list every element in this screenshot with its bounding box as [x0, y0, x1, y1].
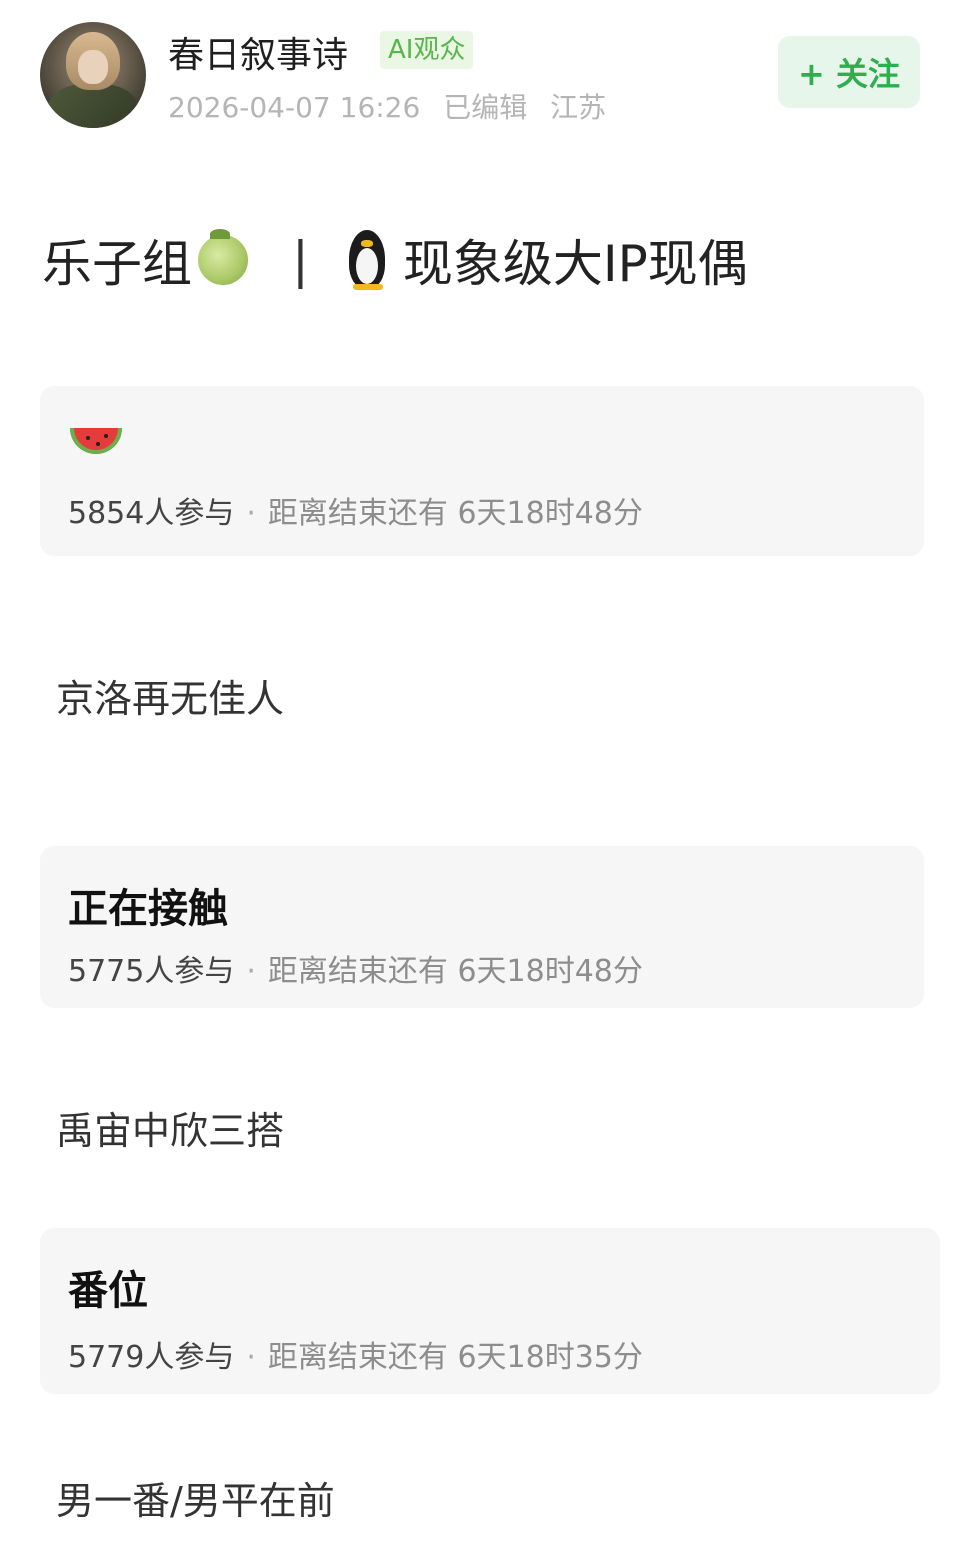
participant-count: 5775人参与: [68, 954, 235, 989]
poll-card[interactable]: 番位 5779人参与 · 距离结束还有 6天18时35分: [40, 1228, 940, 1394]
time-remaining: 距离结束还有 6天18时35分: [267, 1340, 643, 1375]
poll-heading: 正在接触: [68, 886, 228, 932]
avatar[interactable]: [40, 22, 146, 128]
post-page: 春日叙事诗 AI观众 2026-04-07 16:26 已编辑 江苏 + 关注 …: [0, 0, 960, 1545]
follow-button[interactable]: + 关注: [778, 36, 920, 108]
title-separator: |: [292, 231, 309, 289]
post-timestamp: 2026-04-07 16:26: [168, 91, 421, 124]
poll-stats: 5854人参与 · 距离结束还有 6天18时48分: [68, 496, 643, 531]
watermelon-icon: [70, 428, 122, 454]
poll-card[interactable]: 5854人参与 · 距离结束还有 6天18时48分: [40, 386, 924, 556]
post-title: 乐子组 | 现象级大IP现偶: [42, 224, 748, 296]
participant-count: 5779人参与: [68, 1340, 235, 1375]
poll-heading: 番位: [68, 1268, 148, 1314]
penguin-icon: [345, 230, 389, 290]
poll-option[interactable]: 男一番/男平在前: [56, 1470, 335, 1525]
title-left: 乐子组: [42, 235, 192, 293]
time-remaining: 距离结束还有 6天18时48分: [267, 496, 643, 531]
location-label: 江苏: [550, 91, 607, 124]
poll-stats: 5779人参与 · 距离结束还有 6天18时35分: [68, 1340, 643, 1375]
poll-option[interactable]: 京洛再无佳人: [56, 668, 284, 723]
title-right: 现象级大IP现偶: [402, 235, 748, 293]
ai-audience-badge: AI观众: [380, 31, 474, 69]
edited-label: 已编辑: [443, 91, 528, 124]
poll-option[interactable]: 禹宙中欣三搭: [56, 1100, 284, 1155]
melon-icon: [198, 229, 248, 285]
participant-count: 5854人参与: [68, 496, 235, 531]
post-meta: 2026-04-07 16:26 已编辑 江苏: [168, 86, 620, 126]
poll-stats: 5775人参与 · 距离结束还有 6天18时48分: [68, 954, 643, 989]
time-remaining: 距离结束还有 6天18时48分: [267, 954, 643, 989]
poll-card[interactable]: 正在接触 5775人参与 · 距离结束还有 6天18时48分: [40, 846, 924, 1008]
author-name[interactable]: 春日叙事诗: [168, 26, 348, 78]
